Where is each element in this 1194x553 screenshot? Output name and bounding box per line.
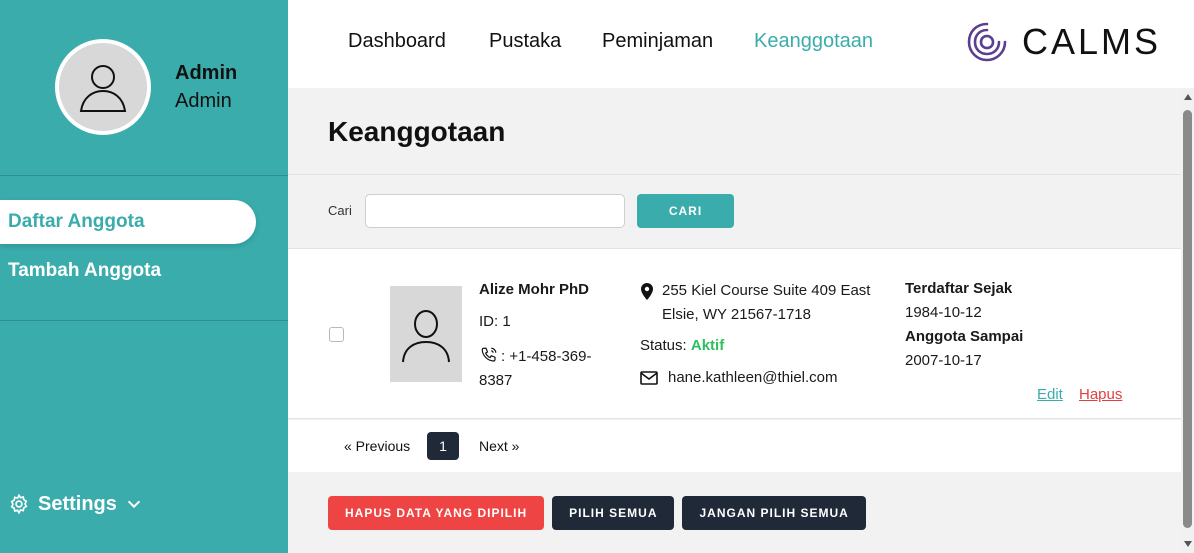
nav-keanggotaan[interactable]: Keanggotaan (754, 30, 873, 53)
chevron-down-icon (127, 500, 141, 509)
pagination-next[interactable]: Next » (479, 438, 519, 454)
nav-dashboard[interactable]: Dashboard (348, 30, 446, 53)
settings-label: Settings (38, 492, 117, 515)
sidebar-divider (0, 320, 288, 321)
logo[interactable]: CALMS (966, 20, 1161, 64)
sidebar-item-label: Daftar Anggota (8, 211, 145, 232)
nav-pustaka[interactable]: Pustaka (489, 30, 561, 53)
member-email: hane.kathleen@thiel.com (640, 369, 838, 386)
map-pin-icon (641, 283, 653, 300)
sidebar-item-daftar-anggota[interactable]: Daftar Anggota (0, 200, 256, 244)
member-dates: Terdaftar Sejak 1984-10-12 Anggota Sampa… (905, 277, 1035, 373)
search-input[interactable] (365, 194, 625, 228)
status-label: Status: (640, 337, 687, 354)
sidebar-item-tambah-anggota[interactable]: Tambah Anggota (0, 249, 161, 293)
sidebar-item-label: Tambah Anggota (8, 260, 162, 281)
member-until-label: Anggota Sampai (905, 328, 1024, 345)
member-phone: : +1-458-369-8387 (479, 345, 614, 393)
user-icon (79, 65, 127, 112)
page-title: Keanggotaan (328, 116, 506, 147)
edit-link[interactable]: Edit (1037, 386, 1063, 403)
delete-link[interactable]: Hapus (1079, 386, 1122, 403)
scrollbar[interactable] (1181, 88, 1194, 553)
delete-selected-button[interactable]: HAPUS DATA YANG DIPILIH (328, 496, 545, 530)
pagination-page-1[interactable]: 1 (427, 432, 459, 460)
search-button[interactable]: CARI (637, 194, 734, 228)
settings-menu[interactable]: Settings (8, 489, 143, 519)
nav-peminjaman[interactable]: Peminjaman (602, 30, 713, 53)
gear-icon (10, 493, 28, 515)
mail-icon (640, 370, 658, 385)
pagination: « Previous 1 Next » (288, 420, 1181, 472)
member-address: 255 Kiel Course Suite 409 East Elsie, WY… (640, 279, 880, 327)
member-photo (390, 286, 462, 382)
pagination-previous[interactable]: « Previous (344, 438, 410, 454)
status-badge: Aktif (690, 337, 725, 354)
member-email-text: hane.kathleen@thiel.com (668, 369, 838, 386)
member-id: ID: 1 (479, 313, 511, 330)
search-bar: Cari CARI (288, 174, 1181, 249)
deselect-all-button[interactable]: JANGAN PILIH SEMUA (682, 496, 866, 530)
scroll-up-arrow-icon[interactable] (1184, 94, 1192, 100)
registered-label: Terdaftar Sejak (905, 280, 1013, 297)
user-icon (402, 310, 450, 363)
scroll-down-arrow-icon[interactable] (1184, 541, 1192, 547)
registered-date: 1984-10-12 (905, 304, 982, 321)
main-content: Keanggotaan Cari CARI Alize Mohr PhD ID:… (288, 88, 1181, 553)
scroll-thumb[interactable] (1183, 110, 1192, 528)
bulk-actions: HAPUS DATA YANG DIPILIH PILIH SEMUA JANG… (328, 496, 866, 530)
member-name: Alize Mohr PhD (479, 281, 590, 298)
search-label: Cari (328, 203, 352, 218)
user-name: Admin (175, 62, 238, 84)
member-card: Alize Mohr PhD ID: 1 : +1-458-369-8387 2… (288, 249, 1181, 419)
user-role: Admin (175, 90, 232, 112)
sidebar-divider (0, 175, 288, 176)
logo-icon (967, 22, 1007, 62)
top-nav: Dashboard Pustaka Peminjaman Keanggotaan… (288, 0, 1194, 88)
member-until-date: 2007-10-17 (905, 352, 982, 369)
select-all-button[interactable]: PILIH SEMUA (552, 496, 675, 530)
logo-text: CALMS (1022, 21, 1162, 62)
member-address-text: 255 Kiel Course Suite 409 East Elsie, WY… (662, 282, 871, 323)
phone-icon (481, 347, 497, 362)
avatar[interactable] (55, 39, 151, 135)
member-select-checkbox[interactable] (329, 327, 344, 342)
member-status: Status: Aktif (640, 337, 724, 354)
sidebar: Admin Admin Daftar Anggota Tambah Anggot… (0, 0, 288, 553)
